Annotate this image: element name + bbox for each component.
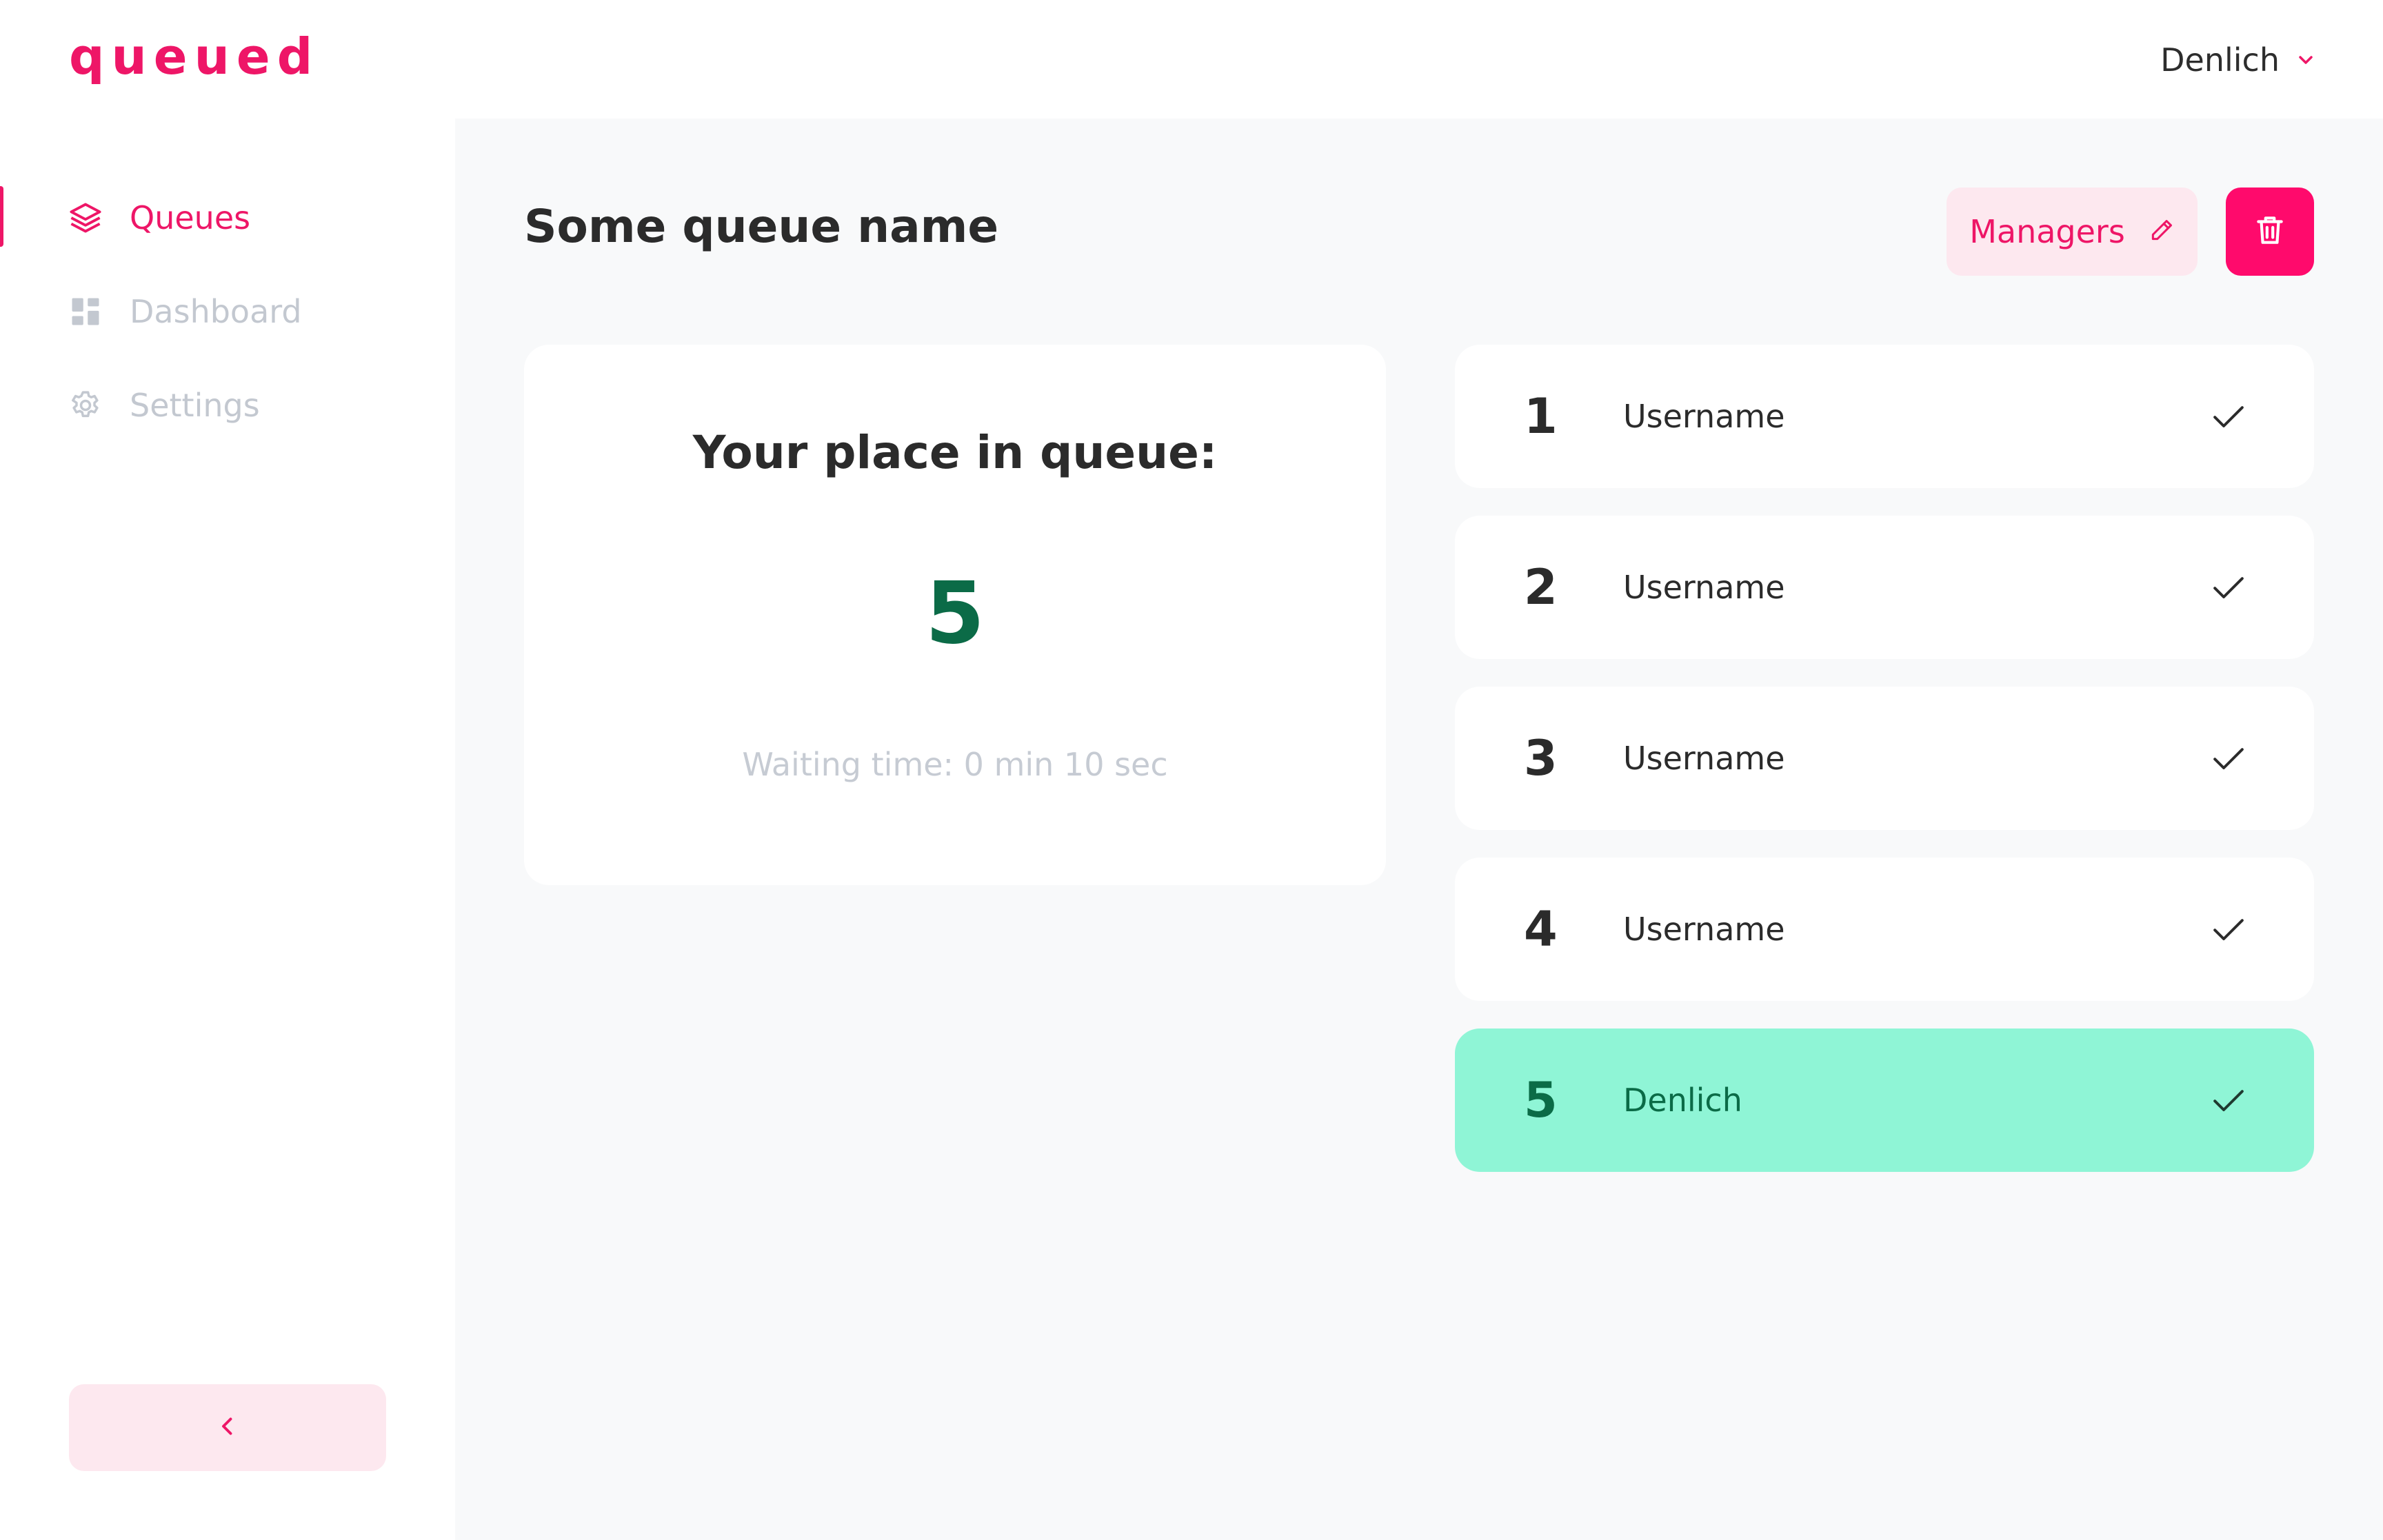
- queue-position: 4: [1524, 901, 1558, 958]
- queue-place-card: Your place in queue: 5 Waiting time: 0 m…: [524, 345, 1386, 885]
- queue-row: 1 Username: [1455, 345, 2314, 488]
- queue-position: 1: [1524, 388, 1558, 445]
- trash-icon: [2253, 213, 2287, 250]
- grid-icon: [68, 294, 103, 330]
- chevron-left-icon: [215, 1414, 240, 1441]
- delete-queue-button[interactable]: [2226, 188, 2314, 276]
- main-content: Some queue name Managers Your place in q…: [455, 119, 2383, 1540]
- gear-icon: [68, 387, 103, 423]
- queue-position: 3: [1524, 730, 1558, 787]
- sidebar-item-label: Settings: [130, 387, 260, 424]
- queue-position: 5: [1524, 1072, 1558, 1128]
- place-number: 5: [925, 564, 985, 663]
- top-bar: queued Denlich: [0, 0, 2383, 119]
- check-icon[interactable]: [2209, 910, 2248, 949]
- chevron-down-icon: [2295, 41, 2317, 79]
- place-card-title: Your place in queue:: [692, 426, 1218, 479]
- check-icon[interactable]: [2209, 739, 2248, 778]
- check-icon[interactable]: [2209, 1081, 2248, 1119]
- check-icon[interactable]: [2209, 568, 2248, 607]
- user-name: Denlich: [2160, 41, 2280, 79]
- sidebar-item-dashboard[interactable]: Dashboard: [0, 277, 455, 346]
- queue-username: Username: [1623, 398, 1785, 435]
- sidebar-item-label: Queues: [130, 199, 251, 236]
- pencil-icon: [2149, 217, 2175, 246]
- sidebar-item-label: Dashboard: [130, 293, 302, 330]
- layers-icon: [68, 200, 103, 236]
- queue-row: 2 Username: [1455, 516, 2314, 659]
- managers-button[interactable]: Managers: [1947, 188, 2198, 276]
- queue-row-current-user: 5 Denlich: [1455, 1029, 2314, 1172]
- queue-row: 4 Username: [1455, 858, 2314, 1001]
- queue-username: Username: [1623, 569, 1785, 606]
- collapse-sidebar-button[interactable]: [69, 1384, 386, 1471]
- check-icon[interactable]: [2209, 397, 2248, 436]
- queue-username: Username: [1623, 740, 1785, 777]
- sidebar-item-queues[interactable]: Queues: [0, 183, 455, 252]
- queue-username: Denlich: [1623, 1082, 1742, 1119]
- queue-username: Username: [1623, 911, 1785, 948]
- sidebar-item-settings[interactable]: Settings: [0, 371, 455, 440]
- user-menu[interactable]: Denlich: [2160, 38, 2317, 82]
- managers-button-label: Managers: [1969, 213, 2125, 250]
- queue-position: 2: [1524, 559, 1558, 616]
- waiting-time: Waiting time: 0 min 10 sec: [742, 746, 1168, 783]
- app-logo[interactable]: queued: [69, 28, 319, 85]
- sidebar: Queues Dashboard Settings: [0, 119, 455, 1540]
- queue-row: 3 Username: [1455, 687, 2314, 830]
- page-title: Some queue name: [524, 200, 999, 253]
